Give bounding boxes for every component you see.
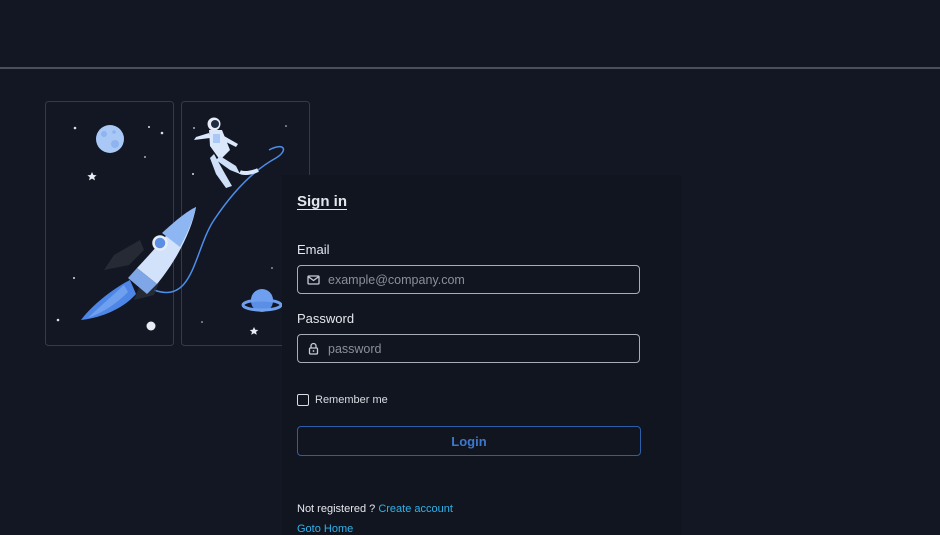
- create-account-link[interactable]: Create account: [378, 503, 453, 515]
- goto-home-link[interactable]: Goto Home: [297, 523, 353, 535]
- remember-me[interactable]: Remember me: [297, 394, 388, 406]
- signin-title: Sign in: [297, 193, 347, 210]
- not-registered-row: Not registered ? Create account: [297, 503, 453, 515]
- login-button[interactable]: Login: [297, 426, 641, 456]
- envelope-icon: [307, 275, 320, 285]
- email-label: Email: [297, 242, 330, 257]
- space-illustration: [45, 101, 310, 346]
- password-field[interactable]: [297, 334, 640, 363]
- email-field[interactable]: [297, 265, 640, 294]
- remember-me-label: Remember me: [315, 394, 388, 406]
- password-label: Password: [297, 311, 355, 326]
- password-input[interactable]: [328, 335, 628, 362]
- top-navbar: [0, 0, 940, 69]
- email-input[interactable]: [328, 266, 628, 293]
- not-registered-text: Not registered ?: [297, 503, 376, 515]
- small-planet: [146, 321, 156, 331]
- moon: [96, 125, 124, 153]
- lock-icon: [308, 342, 319, 355]
- remember-me-checkbox[interactable]: [297, 394, 309, 406]
